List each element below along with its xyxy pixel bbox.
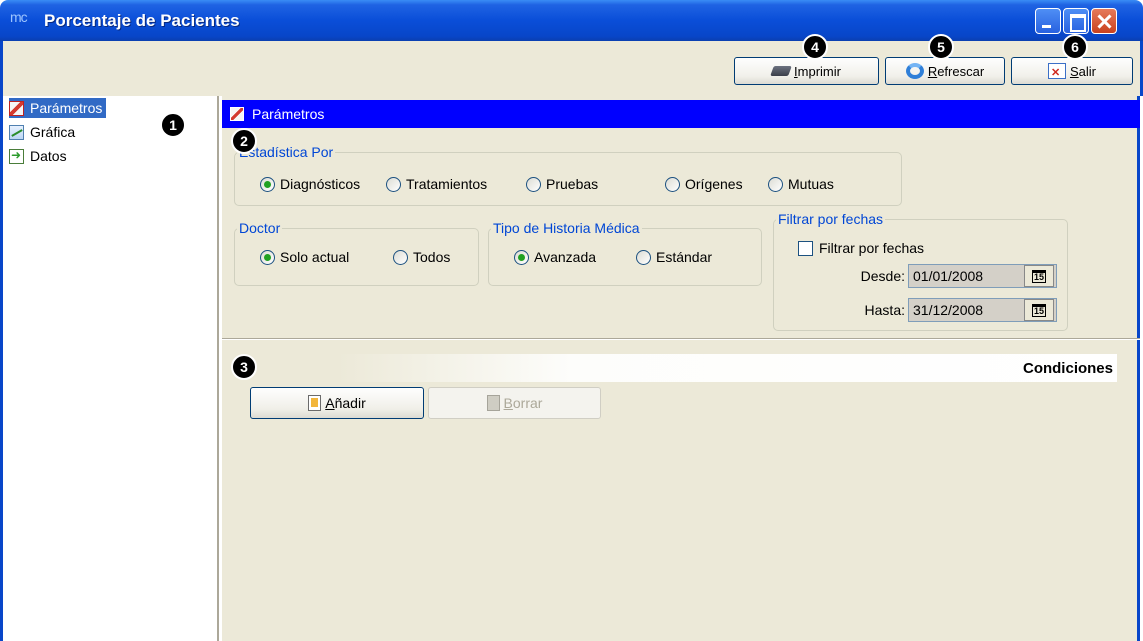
callout-badge-1: 1 [160, 112, 186, 138]
radio-dot [393, 249, 408, 265]
doctor-legend: Doctor [239, 220, 281, 236]
radio-pruebas[interactable]: Pruebas [526, 176, 598, 192]
delete-condition-button[interactable]: Borrar [428, 387, 601, 419]
main-panel: Parámetros Estadística Por Diagnósticos … [222, 96, 1140, 641]
radio-dot [526, 176, 541, 192]
data-icon [9, 148, 24, 164]
from-calendar-button[interactable]: 15 [1024, 265, 1054, 287]
callout-badge-2: 2 [231, 128, 257, 154]
parameters-icon [230, 107, 244, 121]
history-type-legend: Tipo de Historia Médica [493, 220, 640, 236]
callout-badge-6: 6 [1062, 34, 1088, 60]
radio-tratamientos[interactable]: Tratamientos [386, 176, 487, 192]
callout-badge-3: 3 [231, 354, 257, 380]
radio-avanzada[interactable]: Avanzada [514, 249, 596, 265]
minimize-button[interactable] [1035, 8, 1061, 34]
radio-dot [636, 249, 651, 265]
maximize-button[interactable] [1063, 8, 1089, 34]
add-document-icon [308, 395, 322, 411]
radio-origenes[interactable]: Orígenes [665, 176, 743, 192]
sidebar-item-datos[interactable]: Datos [9, 146, 71, 166]
print-button[interactable]: Imprimir [734, 57, 879, 85]
print-label: Imprimir [794, 63, 841, 79]
checkbox-box [798, 240, 813, 256]
exit-button[interactable]: Salir [1011, 57, 1133, 85]
sidebar-item-label: Parámetros [30, 100, 103, 116]
refresh-button[interactable]: Refrescar [885, 57, 1005, 85]
sidebar-item-parametros[interactable]: Parámetros [9, 98, 107, 118]
sidebar-item-grafica[interactable]: Gráfica [9, 122, 79, 142]
delete-label: Borrar [503, 395, 543, 411]
delete-document-icon [486, 395, 500, 411]
section-header-title: Parámetros [252, 106, 325, 122]
radio-dot [768, 176, 783, 192]
add-condition-button[interactable]: Añadir [250, 387, 424, 419]
printer-icon [770, 66, 792, 76]
callout-badge-5: 5 [928, 34, 954, 60]
refresh-icon [905, 63, 924, 79]
conditions-title: Condiciones [1022, 359, 1113, 377]
radio-solo-actual[interactable]: Solo actual [260, 249, 349, 265]
section-divider [222, 338, 1140, 340]
section-header: Parámetros [222, 100, 1140, 128]
sidebar-item-label: Gráfica [30, 124, 76, 140]
refresh-label: Refrescar [927, 63, 985, 79]
parameters-icon [9, 100, 24, 116]
statistic-group: Estadística Por [234, 144, 902, 206]
app-logo: mc [10, 9, 28, 25]
calendar-icon: 15 [1031, 269, 1046, 283]
conditions-header: Condiciones [337, 354, 1117, 382]
from-label: Desde: [860, 268, 905, 284]
add-label: Añadir [325, 395, 366, 411]
close-window-button[interactable] [1091, 8, 1117, 34]
radio-todos[interactable]: Todos [393, 249, 450, 265]
radio-mutuas[interactable]: Mutuas [768, 176, 834, 192]
calendar-icon: 15 [1031, 303, 1046, 317]
radio-dot [260, 176, 275, 192]
chart-icon [9, 124, 24, 140]
radio-diagnosticos[interactable]: Diagnósticos [260, 176, 360, 192]
radio-dot [386, 176, 401, 192]
window-title: Porcentaje de Pacientes [44, 11, 240, 30]
radio-dot [260, 249, 275, 265]
exit-label: Salir [1069, 63, 1096, 79]
toolbar: Imprimir Refrescar Salir [0, 41, 1143, 96]
date-filter-legend: Filtrar por fechas [778, 211, 884, 227]
title-bar: mc Porcentaje de Pacientes [0, 0, 1143, 41]
sidebar: Parámetros Gráfica Datos [0, 96, 219, 641]
to-calendar-button[interactable]: 15 [1024, 299, 1054, 321]
sidebar-item-label: Datos [30, 148, 67, 164]
exit-icon [1047, 63, 1066, 79]
radio-dot [514, 249, 529, 265]
radio-dot [665, 176, 680, 192]
callout-badge-4: 4 [802, 34, 828, 60]
radio-estandar[interactable]: Estándar [636, 249, 712, 265]
to-label: Hasta: [864, 302, 905, 318]
date-filter-checkbox[interactable]: Filtrar por fechas [798, 240, 924, 256]
